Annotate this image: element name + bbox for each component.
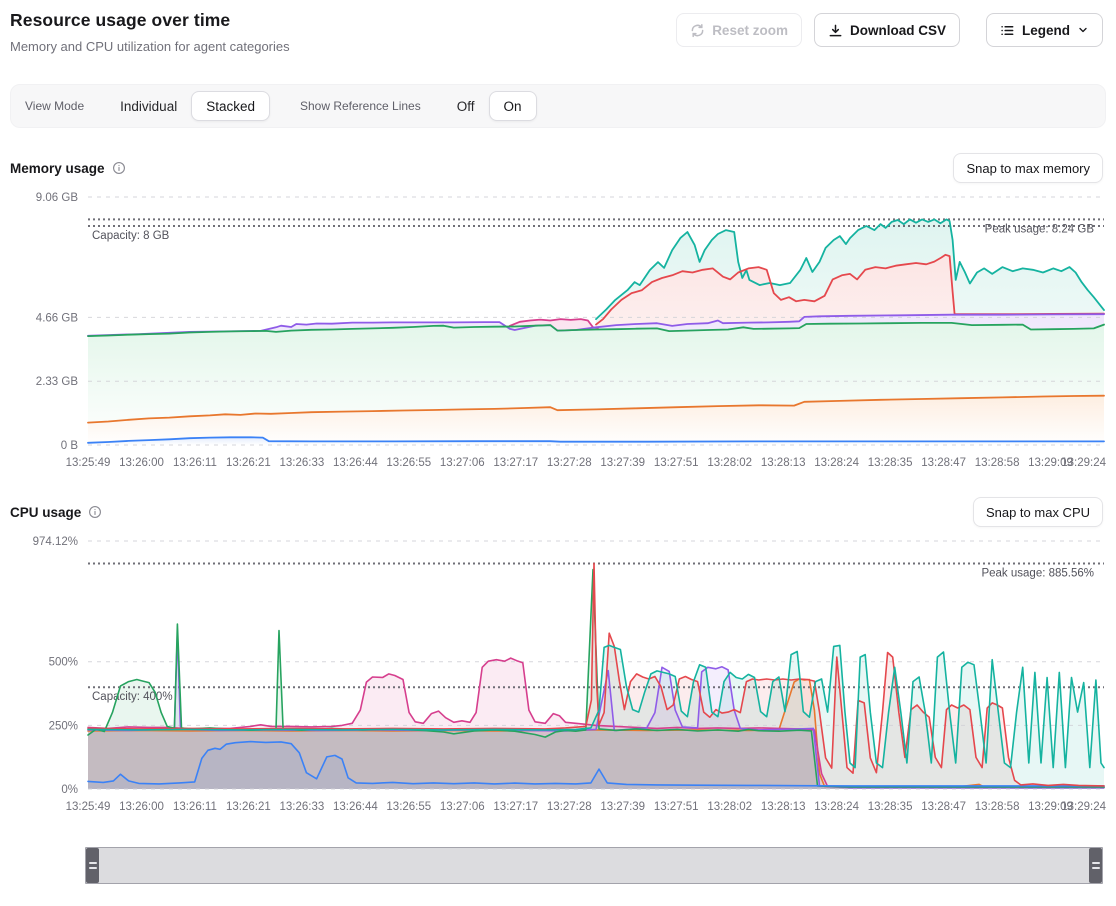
grip-icon	[89, 867, 97, 869]
grip-icon	[1092, 862, 1100, 864]
reset-zoom-button[interactable]: Reset zoom	[676, 13, 802, 47]
cpu-section-header: CPU usage Snap to max CPU	[10, 497, 1103, 527]
y-axis-tick-label: 4.66 GB	[36, 312, 79, 324]
memory-plot-area[interactable]	[88, 197, 1104, 445]
y-axis-tick-label: 2.33 GB	[36, 376, 79, 388]
brush-handle-right[interactable]	[1089, 848, 1102, 883]
x-axis-tick-label: 13:28:47	[921, 457, 966, 469]
x-axis-tick-label: 13:26:21	[226, 457, 271, 469]
x-axis-tick-label: 13:28:35	[868, 457, 913, 469]
x-axis-tick-label: 13:27:17	[493, 801, 538, 813]
x-axis-tick-label: 13:28:24	[814, 457, 859, 469]
x-axis-tick-label: 13:27:28	[547, 801, 592, 813]
x-axis-tick-label: 13:25:49	[66, 801, 111, 813]
x-axis-tick-label: 13:27:51	[654, 801, 699, 813]
x-axis-tick-label: 13:26:44	[333, 457, 378, 469]
refresh-icon	[690, 23, 705, 38]
x-axis-tick-label: 13:27:51	[654, 457, 699, 469]
legend-button[interactable]: Legend	[986, 13, 1103, 47]
legend-list-icon	[1000, 23, 1015, 38]
x-axis-tick-label: 13:25:49	[66, 457, 111, 469]
x-axis-tick-label: 13:26:33	[280, 457, 325, 469]
x-axis-tick-label: 13:28:02	[707, 457, 752, 469]
download-csv-button[interactable]: Download CSV	[814, 13, 960, 47]
download-icon	[828, 23, 843, 38]
brush-track[interactable]	[99, 848, 1089, 883]
reference-lines-off-option[interactable]: Off	[443, 91, 489, 121]
x-axis-tick-label: 13:27:28	[547, 457, 592, 469]
x-axis-tick-label: 13:29:24	[1061, 801, 1106, 813]
chevron-down-icon	[1077, 24, 1089, 36]
view-mode-individual-option[interactable]: Individual	[106, 91, 191, 121]
cpu-chart: 0%250%500%974.12%Capacity: 400%Peak usag…	[0, 529, 1116, 819]
download-csv-label: Download CSV	[850, 23, 946, 38]
view-mode-stacked-option[interactable]: Stacked	[191, 91, 270, 121]
x-axis-tick-label: 13:26:21	[226, 801, 271, 813]
y-axis-tick-label: 9.06 GB	[36, 192, 79, 204]
reference-lines-on-option[interactable]: On	[489, 91, 537, 121]
x-axis-tick-label: 13:29:24	[1061, 457, 1106, 469]
x-axis-tick-label: 13:26:00	[119, 457, 164, 469]
x-axis-tick-label: 13:26:00	[119, 801, 164, 813]
x-axis-tick-label: 13:28:35	[868, 801, 913, 813]
toolbar: Reset zoom Download CSV Legend	[676, 13, 1103, 47]
x-axis-tick-label: 13:26:55	[386, 801, 431, 813]
x-axis-tick-label: 13:28:13	[761, 801, 806, 813]
x-axis-tick-label: 13:28:47	[921, 801, 966, 813]
x-axis-tick-label: 13:28:24	[814, 801, 859, 813]
y-axis-tick-label: 250%	[49, 720, 78, 732]
page-header: Resource usage over time Memory and CPU …	[0, 0, 1116, 58]
info-icon[interactable]	[88, 505, 102, 519]
cpu-section-title: CPU usage	[10, 505, 81, 520]
legend-label: Legend	[1022, 23, 1070, 38]
x-axis-tick-label: 13:28:02	[707, 801, 752, 813]
x-axis-tick-label: 13:28:58	[975, 801, 1020, 813]
x-axis-tick-label: 13:26:11	[173, 801, 217, 813]
show-reference-lines-label: Show Reference Lines	[300, 99, 421, 113]
snap-to-max-cpu-button[interactable]: Snap to max CPU	[973, 497, 1103, 527]
chart-controls-bar: View Mode Individual Stacked Show Refere…	[10, 84, 1106, 128]
grip-icon	[1092, 867, 1100, 869]
y-axis-tick-label: 0%	[61, 784, 78, 796]
y-axis-tick-label: 0 B	[61, 440, 79, 452]
info-icon[interactable]	[112, 161, 126, 175]
x-axis-tick-label: 13:26:55	[386, 457, 431, 469]
x-axis-tick-label: 13:26:33	[280, 801, 325, 813]
x-axis-tick-label: 13:27:17	[493, 457, 538, 469]
y-axis-tick-label: 974.12%	[33, 536, 78, 548]
x-axis-tick-label: 13:26:11	[173, 457, 217, 469]
x-axis-tick-label: 13:28:13	[761, 457, 806, 469]
memory-section-title: Memory usage	[10, 161, 105, 176]
x-axis-tick-label: 13:27:06	[440, 801, 485, 813]
x-axis-tick-label: 13:26:44	[333, 801, 378, 813]
x-axis-tick-label: 13:28:58	[975, 457, 1020, 469]
memory-section-header: Memory usage Snap to max memory	[10, 153, 1103, 183]
cpu-plot-area[interactable]	[88, 541, 1104, 789]
y-axis-tick-label: 500%	[49, 657, 78, 669]
x-axis-tick-label: 13:27:06	[440, 457, 485, 469]
view-mode-label: View Mode	[25, 99, 84, 113]
reset-zoom-label: Reset zoom	[712, 23, 788, 38]
time-range-brush	[85, 847, 1103, 884]
brush-handle-left[interactable]	[86, 848, 99, 883]
grip-icon	[89, 862, 97, 864]
x-axis-tick-label: 13:27:39	[600, 801, 645, 813]
snap-to-max-memory-button[interactable]: Snap to max memory	[953, 153, 1103, 183]
memory-chart: 0 B2.33 GB4.66 GB9.06 GBCapacity: 8 GBPe…	[0, 185, 1116, 475]
x-axis-tick-label: 13:27:39	[600, 457, 645, 469]
